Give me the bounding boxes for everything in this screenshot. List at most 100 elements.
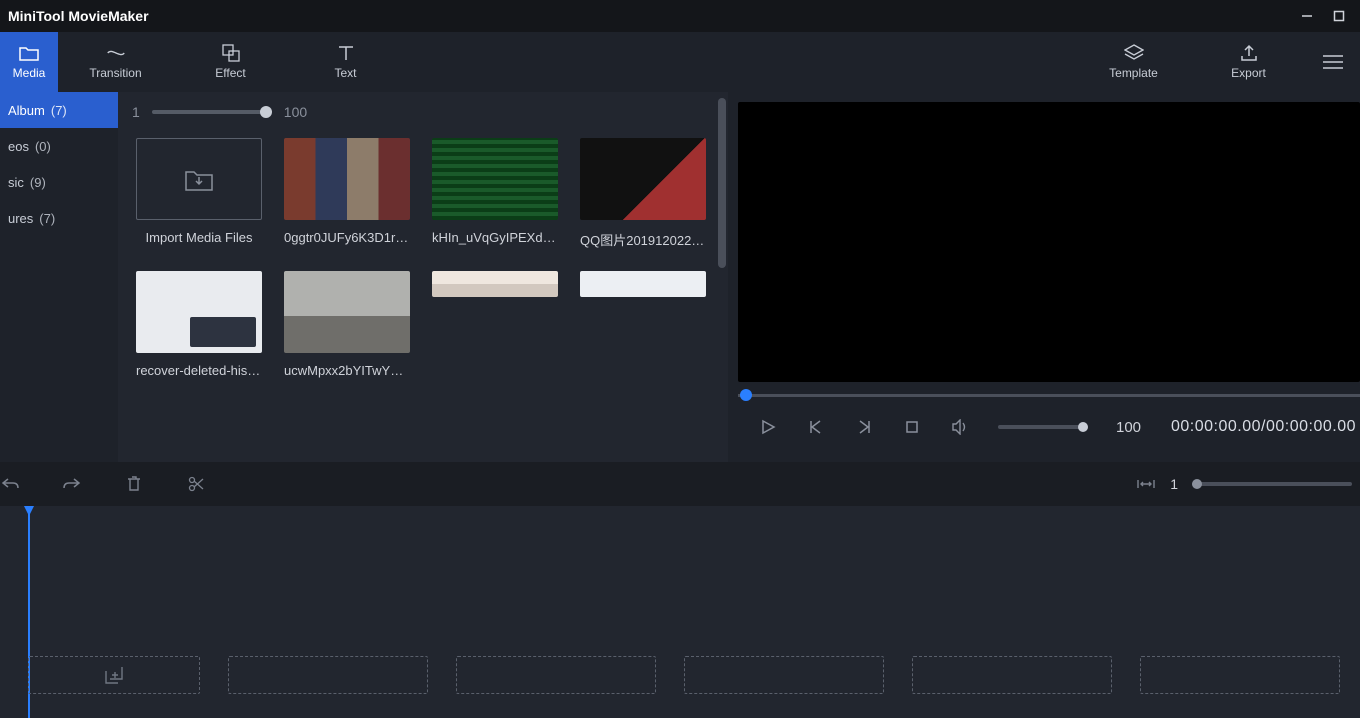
undo-button[interactable] [0,474,20,494]
tab-template[interactable]: Template [1076,32,1191,92]
tab-template-label: Template [1109,66,1158,80]
media-item-caption: recover-deleted-histor… [136,363,262,378]
maximize-button[interactable] [1332,9,1346,23]
sidebar-item-label: Album [8,103,45,118]
tab-export[interactable]: Export [1191,32,1306,92]
volume-value: 100 [1116,419,1141,436]
preview-controls: 100 00:00:00.00/00:00:00.00 [738,402,1360,452]
media-sidebar: Album(7) eos (0) sic(9) ures (7) [0,92,118,462]
media-item-caption: QQ图片20191202215506 [580,230,706,249]
fit-width-icon [1137,477,1155,491]
tab-text[interactable]: Text [288,32,403,92]
sidebar-item-label: eos [8,139,29,154]
fit-timeline-button[interactable] [1136,474,1156,494]
prev-frame-button[interactable] [806,417,826,437]
step-forward-icon [856,419,872,435]
split-button[interactable] [186,474,206,494]
media-thumbnail [432,271,558,297]
main-toolbar: Media Transition Effect Text Template Ex… [0,32,1360,92]
play-button[interactable] [758,417,778,437]
clip-placeholder[interactable] [684,656,884,694]
thumbnail-zoom-slider[interactable] [152,110,272,114]
media-item[interactable]: ucwMpxx2bYITwY7rZ… [284,271,410,378]
sidebar-item-music[interactable]: sic(9) [0,164,118,200]
sidebar-item-count: (7) [39,211,55,226]
speaker-icon [951,419,969,435]
sidebar-item-count: (0) [35,139,51,154]
media-item[interactable]: kHIn_uVqGyIPEXd6D… [432,138,558,249]
media-item-caption: ucwMpxx2bYITwY7rZ… [284,363,410,378]
tab-media-label: Media [13,66,46,80]
sidebar-item-count: (9) [30,175,46,190]
preview-canvas [738,102,1360,382]
media-thumbnail [284,271,410,353]
scissors-icon [188,476,204,492]
timeline-zoom-slider[interactable] [1192,482,1352,486]
clip-placeholder[interactable] [1140,656,1340,694]
timeline-zoom-handle[interactable] [1192,479,1202,489]
template-icon [1124,44,1144,62]
clip-placeholder[interactable] [456,656,656,694]
clip-placeholder[interactable] [228,656,428,694]
export-icon [1239,44,1259,62]
video-track[interactable] [28,656,1360,698]
timeline-zoom-value: 1 [1170,476,1178,492]
trash-icon [127,476,141,492]
undo-icon [1,477,19,491]
menu-button[interactable] [1306,32,1360,92]
media-browser: 1 100 Import Media Files 0ggtr0JUFy6K3D1… [118,92,728,462]
media-thumbnail [580,138,706,220]
media-item[interactable] [432,271,558,378]
zoom-min-label: 1 [132,104,140,120]
stop-button[interactable] [902,417,922,437]
import-media-tile [136,138,262,220]
import-media-button[interactable]: Import Media Files [136,138,262,249]
minimize-button[interactable] [1300,9,1314,23]
media-scrollbar[interactable] [718,98,726,268]
clip-placeholder[interactable] [912,656,1112,694]
thumbnail-zoom: 1 100 [118,92,728,132]
next-frame-button[interactable] [854,417,874,437]
seek-bar[interactable] [738,388,1360,402]
media-item-caption: kHIn_uVqGyIPEXd6D… [432,230,558,245]
tab-transition-label: Transition [89,66,141,80]
preview-panel: 100 00:00:00.00/00:00:00.00 [728,92,1360,462]
tab-export-label: Export [1231,66,1266,80]
stop-icon [905,420,919,434]
folder-download-icon [184,166,214,192]
step-back-icon [808,419,824,435]
transition-icon [106,44,126,62]
effect-icon [221,44,241,62]
delete-button[interactable] [124,474,144,494]
clip-placeholder[interactable] [28,656,200,694]
sidebar-item-videos[interactable]: eos (0) [0,128,118,164]
play-icon [760,419,776,435]
folder-icon [19,44,39,62]
media-thumbnail [284,138,410,220]
app-title: MiniTool MovieMaker [4,8,149,24]
redo-button[interactable] [62,474,82,494]
media-item[interactable]: QQ图片20191202215506 [580,138,706,249]
tab-media[interactable]: Media [0,32,58,92]
media-item[interactable]: 0ggtr0JUFy6K3D1r_9aS… [284,138,410,249]
seek-handle[interactable] [740,389,752,401]
sidebar-item-label: ures [8,211,33,226]
media-grid: Import Media Files 0ggtr0JUFy6K3D1r_9aS…… [118,132,728,462]
tab-effect[interactable]: Effect [173,32,288,92]
media-item[interactable]: recover-deleted-histor… [136,271,262,378]
timeline[interactable] [0,506,1360,718]
timecode-display: 00:00:00.00/00:00:00.00 [1171,418,1360,436]
volume-slider[interactable] [998,425,1088,429]
volume-button[interactable] [950,417,970,437]
sidebar-item-album[interactable]: Album(7) [0,92,118,128]
media-item[interactable] [580,271,706,378]
tab-transition[interactable]: Transition [58,32,173,92]
seek-track [738,394,1360,397]
redo-icon [63,477,81,491]
hamburger-icon [1323,55,1343,69]
text-icon [336,44,356,62]
sidebar-item-pictures[interactable]: ures (7) [0,200,118,236]
timeline-toolbar: 1 [0,462,1360,506]
media-thumbnail [580,271,706,297]
tab-effect-label: Effect [215,66,245,80]
